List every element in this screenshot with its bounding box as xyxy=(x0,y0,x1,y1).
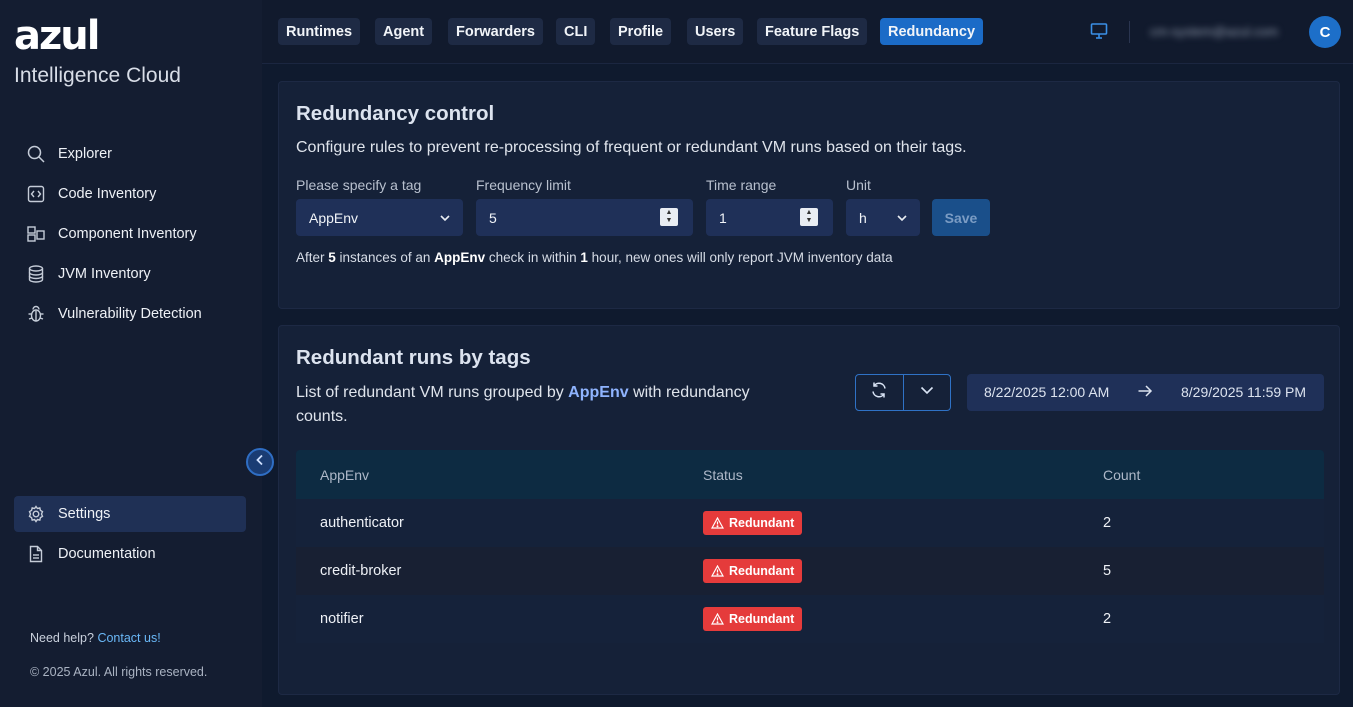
warning-icon xyxy=(711,517,724,529)
unit-select[interactable]: h xyxy=(846,199,920,236)
time-range-stepper[interactable]: ▲ ▼ xyxy=(800,208,818,226)
tab-agent[interactable]: Agent xyxy=(375,18,433,45)
column-header-status[interactable]: Status xyxy=(703,467,743,483)
table-header: AppEnv Status Count xyxy=(296,450,1324,499)
arrow-right-icon xyxy=(1137,383,1153,402)
chevron-down-icon xyxy=(439,211,451,227)
copyright: © 2025 Azul. All rights reserved. xyxy=(30,665,208,679)
column-header-appenv[interactable]: AppEnv xyxy=(320,467,369,483)
refresh-button-group xyxy=(855,374,951,411)
contact-us-link[interactable]: Contact us! xyxy=(97,631,160,645)
tag-select-value: AppEnv xyxy=(309,209,359,226)
frequency-input[interactable]: 5 ▲ ▼ xyxy=(476,199,693,236)
sidebar-nav: Explorer Code Inventory Component Invent… xyxy=(14,136,246,336)
topbar-divider xyxy=(1129,21,1130,43)
sidebar-item-label: JVM Inventory xyxy=(58,266,151,282)
tab-redundancy[interactable]: Redundancy xyxy=(880,18,984,45)
search-icon xyxy=(26,144,46,164)
refresh-options-button[interactable] xyxy=(902,375,951,410)
column-header-count[interactable]: Count xyxy=(1103,467,1140,483)
sidebar-item-settings[interactable]: Settings xyxy=(14,496,246,532)
warning-icon xyxy=(711,613,724,625)
time-range-label: Time range xyxy=(706,177,777,193)
time-range-value: 1 xyxy=(719,209,727,226)
document-icon xyxy=(26,544,46,564)
sidebar-item-label: Documentation xyxy=(58,546,156,562)
tab-profile[interactable]: Profile xyxy=(610,18,672,45)
redundancy-control-title: Redundancy control xyxy=(296,102,495,125)
time-range-input[interactable]: 1 ▲ ▼ xyxy=(706,199,833,236)
redundancy-summary: After 5 instances of an AppEnv check in … xyxy=(296,250,893,265)
redundancy-control-card: Redundancy control Configure rules to pr… xyxy=(278,81,1340,309)
sidebar-item-label: Code Inventory xyxy=(58,186,157,202)
sidebar-item-code-inventory[interactable]: Code Inventory xyxy=(14,176,246,212)
help-text: Need help? Contact us! xyxy=(30,631,161,645)
sidebar-item-label: Component Inventory xyxy=(58,226,197,242)
user-email: cm-system@azul.com xyxy=(1150,24,1279,39)
tab-users[interactable]: Users xyxy=(687,18,744,45)
frequency-label: Frequency limit xyxy=(476,177,571,193)
row-count: 2 xyxy=(1103,611,1112,627)
chevron-down-icon xyxy=(919,382,935,403)
save-button[interactable]: Save xyxy=(932,199,990,236)
monitor-icon[interactable] xyxy=(1090,22,1108,45)
chevron-down-icon xyxy=(896,211,908,227)
frequency-stepper[interactable]: ▲ ▼ xyxy=(660,208,678,226)
sidebar-bottom-nav: Settings Documentation xyxy=(14,496,246,576)
row-appenv: credit-broker xyxy=(320,563,402,579)
status-badge: Redundant xyxy=(703,511,803,535)
user-avatar[interactable]: C xyxy=(1309,16,1341,48)
logo-subtitle: Intelligence Cloud xyxy=(14,64,181,87)
sidebar-item-label: Explorer xyxy=(58,146,112,162)
sidebar-item-vulnerability-detection[interactable]: Vulnerability Detection xyxy=(14,296,246,332)
warning-icon xyxy=(711,565,724,577)
azul-logo[interactable]: azul xyxy=(14,16,100,56)
status-badge: Redundant xyxy=(703,559,803,583)
tag-select[interactable]: AppEnv xyxy=(296,199,463,236)
tag-label: Please specify a tag xyxy=(296,177,422,193)
code-icon xyxy=(26,184,46,204)
table-row: credit-broker Redundant 5 xyxy=(296,547,1324,595)
tab-feature-flags[interactable]: Feature Flags xyxy=(757,18,868,45)
components-icon xyxy=(26,224,46,244)
redundant-runs-card: Redundant runs by tags List of redundant… xyxy=(278,325,1340,695)
redundant-runs-table: AppEnv Status Count authenticator Redund… xyxy=(296,450,1324,643)
sidebar-item-explorer[interactable]: Explorer xyxy=(14,136,246,172)
row-appenv: authenticator xyxy=(320,515,404,531)
sidebar-item-documentation[interactable]: Documentation xyxy=(14,536,246,572)
gear-icon xyxy=(26,504,46,524)
refresh-icon xyxy=(870,381,888,404)
frequency-value: 5 xyxy=(489,209,497,226)
sidebar-item-jvm-inventory[interactable]: JVM Inventory xyxy=(14,256,246,292)
tab-forwarders[interactable]: Forwarders xyxy=(448,18,543,45)
top-bar: Runtimes Agent Forwarders CLI Profile Us… xyxy=(262,0,1353,64)
tab-runtimes[interactable]: Runtimes xyxy=(278,18,361,45)
collapse-sidebar-button[interactable] xyxy=(246,448,274,476)
refresh-button[interactable] xyxy=(856,375,903,410)
unit-label: Unit xyxy=(846,177,871,193)
chevron-left-icon xyxy=(254,453,266,471)
sidebar-item-label: Settings xyxy=(58,506,111,522)
redundant-runs-description: List of redundant VM runs grouped by App… xyxy=(296,384,750,425)
tab-cli[interactable]: CLI xyxy=(556,18,596,45)
row-appenv: notifier xyxy=(320,611,364,627)
date-range-picker[interactable]: 8/22/2025 12:00 AM 8/29/2025 11:59 PM xyxy=(967,374,1324,411)
bug-icon xyxy=(26,304,46,324)
redundant-runs-title: Redundant runs by tags xyxy=(296,346,531,369)
row-count: 5 xyxy=(1103,563,1112,579)
unit-select-value: h xyxy=(859,209,867,226)
status-badge: Redundant xyxy=(703,607,803,631)
sidebar-item-label: Vulnerability Detection xyxy=(58,306,202,322)
redundancy-control-description: Configure rules to prevent re-processing… xyxy=(296,139,967,156)
date-from[interactable]: 8/22/2025 12:00 AM xyxy=(984,384,1109,400)
row-count: 2 xyxy=(1103,515,1112,531)
database-icon xyxy=(26,264,46,284)
date-to[interactable]: 8/29/2025 11:59 PM xyxy=(1181,384,1306,400)
sidebar: azul Intelligence Cloud Explorer Code In… xyxy=(0,0,262,707)
table-row: notifier Redundant 2 xyxy=(296,595,1324,643)
table-row: authenticator Redundant 2 xyxy=(296,499,1324,547)
sidebar-item-component-inventory[interactable]: Component Inventory xyxy=(14,216,246,252)
